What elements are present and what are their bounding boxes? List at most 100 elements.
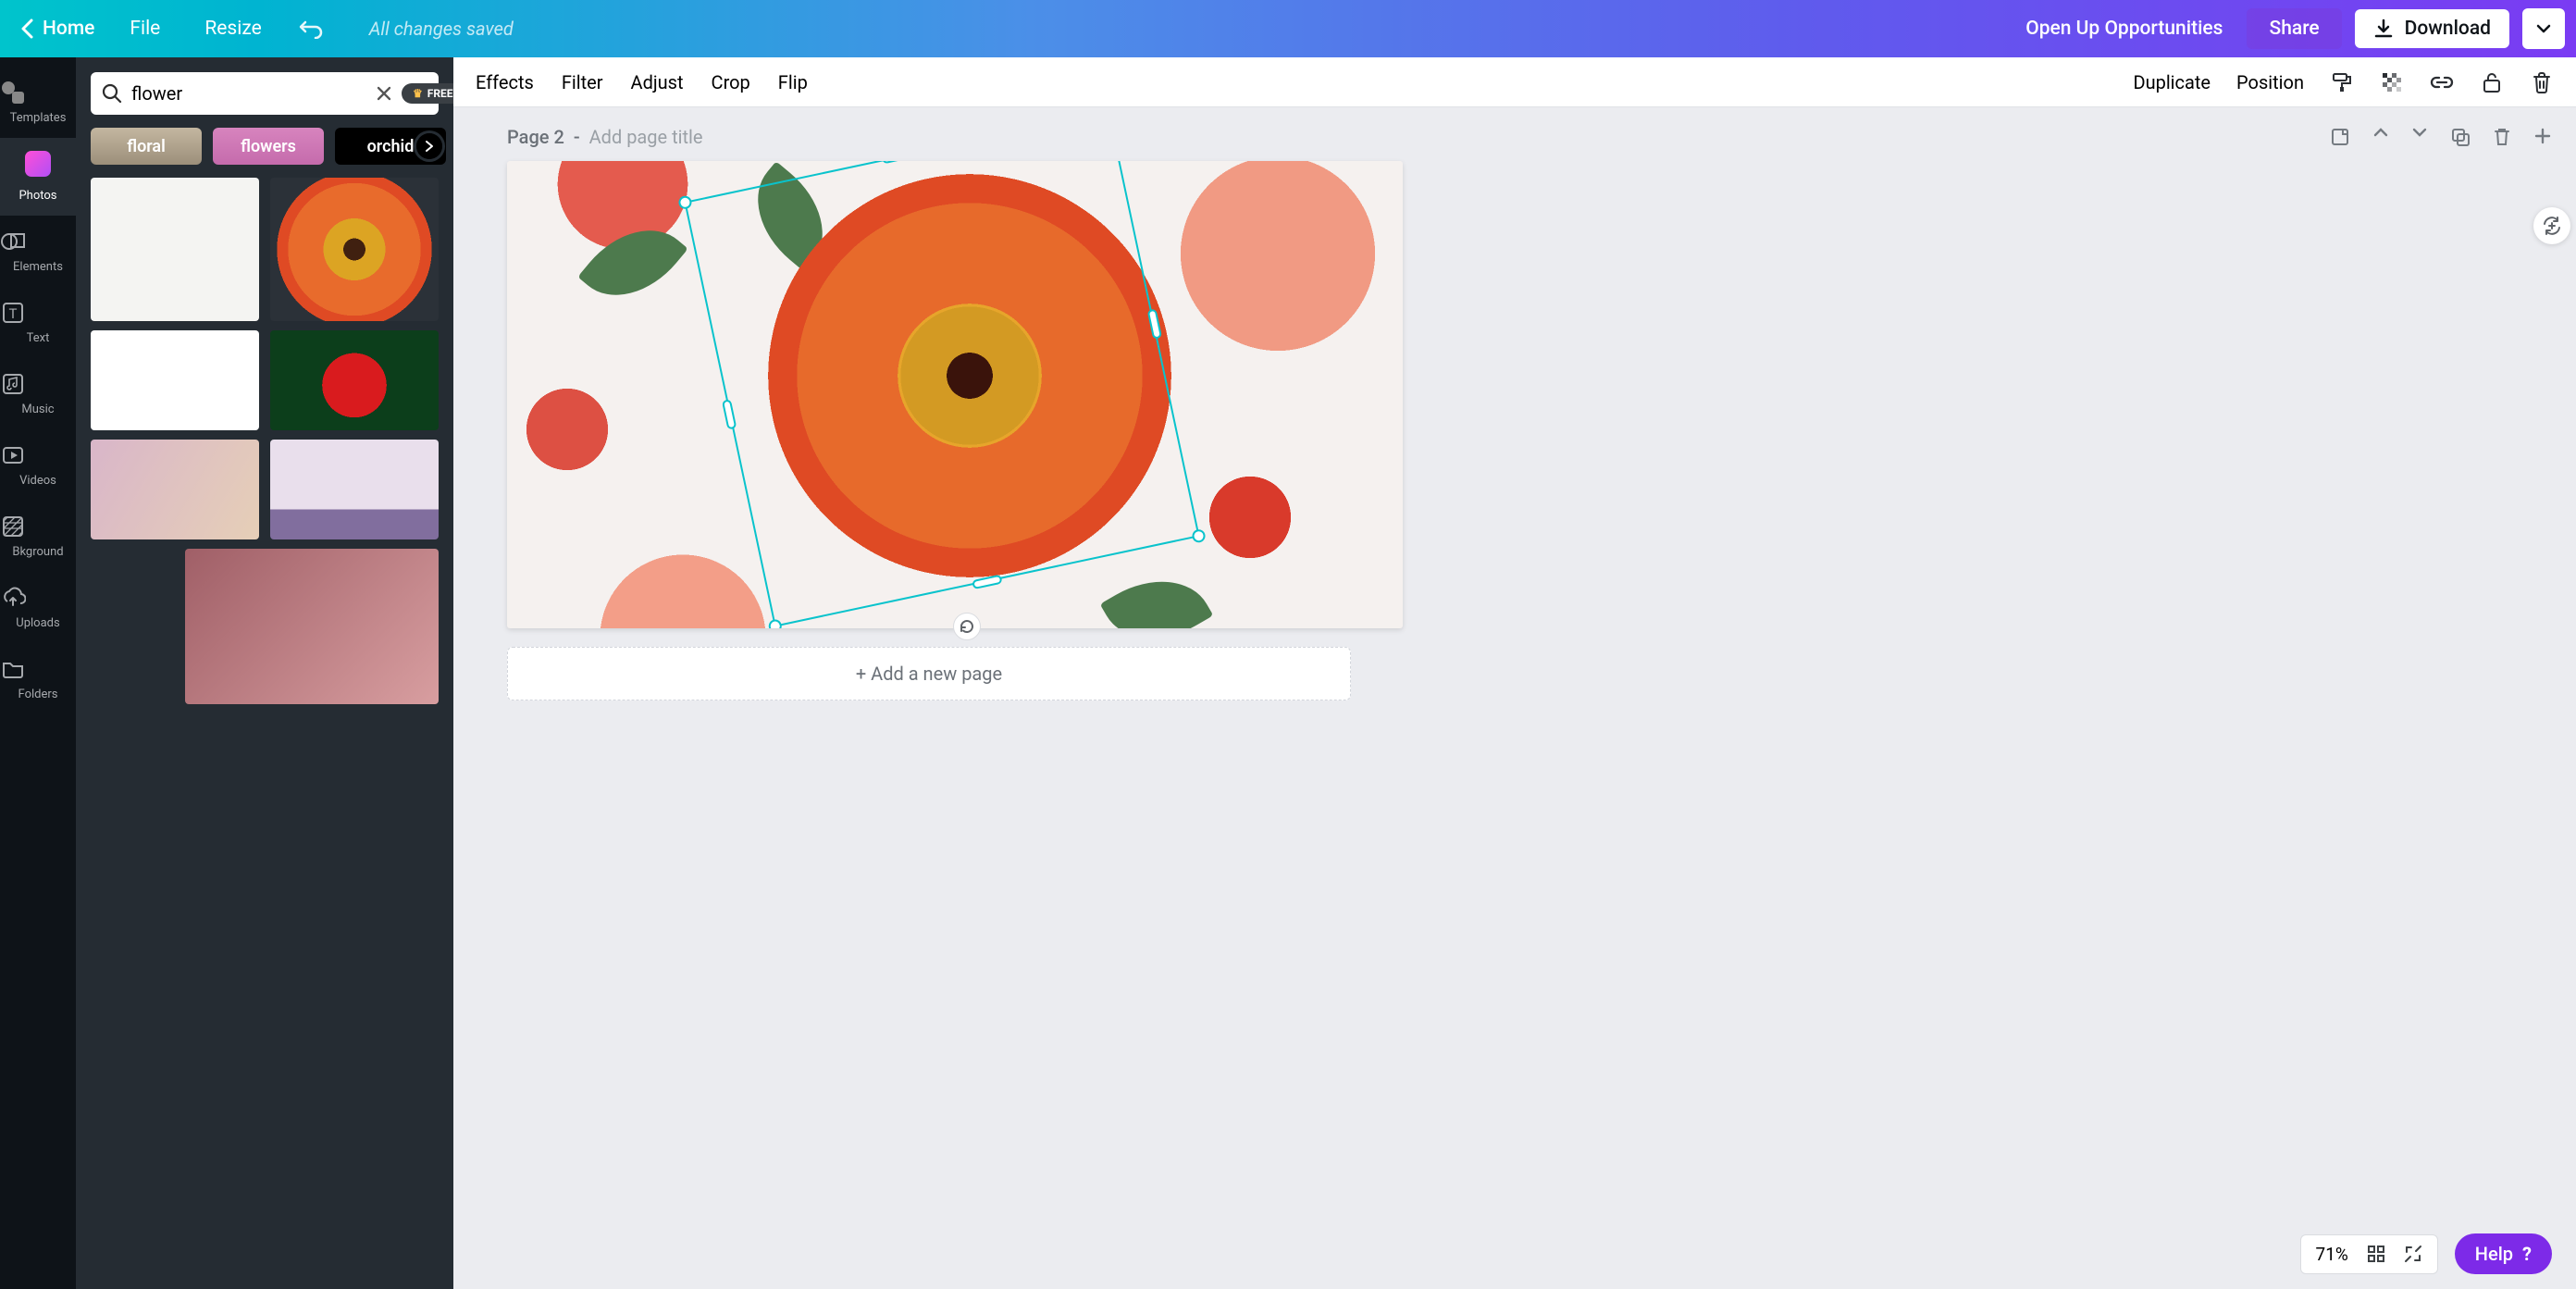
canvas-scroll[interactable]: Page 2 - Add page title: [453, 107, 2576, 1289]
zoom-value[interactable]: 71%: [2316, 1244, 2348, 1265]
photo-results: [91, 178, 439, 1274]
canvas-background-element[interactable]: [1148, 161, 1403, 374]
photo-result[interactable]: [91, 330, 259, 430]
photos-panel: ♛FREE floral flowers orchid: [76, 57, 453, 1289]
delete-button[interactable]: [2530, 70, 2554, 94]
nav-elements-label: Elements: [13, 260, 63, 274]
download-icon: [2373, 19, 2394, 39]
home-button[interactable]: Home: [20, 18, 94, 40]
resize-handle-bottom[interactable]: [972, 575, 1002, 589]
nav-templates[interactable]: Templates: [0, 67, 76, 138]
selection-bounding-box[interactable]: [684, 161, 1199, 627]
chevron-down-icon: [2411, 127, 2428, 138]
photo-result[interactable]: [91, 178, 259, 321]
sync-fab-button[interactable]: [2533, 207, 2570, 244]
delete-page-button[interactable]: [2493, 127, 2511, 147]
search-input[interactable]: [131, 82, 366, 105]
add-new-page-button[interactable]: + Add a new page: [507, 647, 1351, 700]
opportunities-link[interactable]: Open Up Opportunities: [2025, 18, 2223, 40]
notes-button[interactable]: [2330, 127, 2350, 147]
link-button[interactable]: [2430, 70, 2454, 94]
add-page-button[interactable]: [2533, 127, 2552, 147]
copy-style-button[interactable]: [2330, 70, 2354, 94]
svg-text:T: T: [9, 305, 18, 322]
undo-button[interactable]: [297, 19, 323, 39]
free-pill-label: FREE: [427, 87, 453, 100]
chip-flowers[interactable]: flowers: [213, 128, 324, 165]
help-icon: ?: [2522, 1243, 2532, 1265]
clear-search-button[interactable]: [376, 85, 392, 102]
ctx-adjust[interactable]: Adjust: [631, 71, 684, 93]
nav-videos-label: Videos: [19, 474, 56, 488]
chip-floral[interactable]: floral: [91, 128, 202, 165]
nav-uploads[interactable]: Uploads: [0, 572, 76, 643]
nav-rail: Templates Photos Elements T Text Music: [0, 57, 76, 1289]
crown-icon: ♛: [413, 87, 423, 100]
download-label: Download: [2405, 18, 2491, 40]
chevron-down-icon: [2536, 24, 2551, 33]
lock-button[interactable]: [2480, 70, 2504, 94]
page-number-label: Page 2: [507, 126, 564, 148]
nav-folders[interactable]: Folders: [0, 643, 76, 714]
resize-menu[interactable]: Resize: [195, 12, 270, 45]
nav-music[interactable]: Music: [0, 358, 76, 429]
canvas-background-element[interactable]: [1100, 558, 1214, 628]
close-icon: [376, 85, 392, 102]
ctx-effects[interactable]: Effects: [476, 71, 534, 93]
ctx-position[interactable]: Position: [2236, 71, 2304, 93]
nav-background[interactable]: Bkground: [0, 501, 76, 572]
transparency-button[interactable]: [2380, 70, 2404, 94]
sync-plus-icon: [2541, 215, 2563, 237]
canvas-background-element[interactable]: [1190, 457, 1310, 577]
ctx-filter[interactable]: Filter: [562, 71, 603, 93]
link-icon: [2430, 71, 2454, 93]
photo-result[interactable]: [91, 549, 174, 704]
fullscreen-icon: [2404, 1245, 2422, 1263]
nav-photos[interactable]: Photos: [0, 138, 76, 216]
help-label: Help: [2475, 1243, 2513, 1265]
add-new-page-label: + Add a new page: [856, 663, 1002, 685]
resize-handle-left[interactable]: [722, 399, 737, 429]
move-page-down-button[interactable]: [2411, 127, 2428, 147]
context-toolbar: Effects Filter Adjust Crop Flip Duplicat…: [453, 57, 2576, 107]
nav-text[interactable]: T Text: [0, 287, 76, 358]
download-button[interactable]: Download: [2355, 9, 2509, 48]
chevron-right-icon: [425, 140, 434, 153]
photo-result[interactable]: [270, 440, 439, 539]
uploads-icon: [0, 585, 76, 611]
ctx-duplicate[interactable]: Duplicate: [2133, 71, 2211, 93]
save-status: All changes saved: [369, 18, 514, 40]
ctx-crop[interactable]: Crop: [712, 71, 750, 93]
nav-elements[interactable]: Elements: [0, 216, 76, 287]
transparency-icon: [2381, 71, 2403, 93]
move-page-up-button[interactable]: [2372, 127, 2389, 147]
paint-roller-icon: [2331, 71, 2353, 93]
photo-result[interactable]: [270, 178, 439, 321]
duplicate-page-button[interactable]: [2450, 127, 2471, 147]
photo-result[interactable]: [185, 549, 439, 704]
resize-handle-top[interactable]: [881, 161, 911, 164]
chips-next-button[interactable]: [416, 133, 442, 159]
canvas-background-element[interactable]: [507, 369, 627, 490]
photo-result[interactable]: [91, 440, 259, 539]
grid-view-button[interactable]: [2367, 1245, 2385, 1263]
help-button[interactable]: Help ?: [2455, 1233, 2552, 1274]
download-more-button[interactable]: [2522, 8, 2565, 49]
ctx-flip[interactable]: Flip: [778, 71, 808, 93]
chevron-left-icon: [20, 19, 33, 39]
file-menu[interactable]: File: [120, 12, 169, 45]
page-title-input[interactable]: Add page title: [589, 126, 703, 148]
copy-icon: [2450, 127, 2471, 147]
fullscreen-button[interactable]: [2404, 1245, 2422, 1263]
nav-videos[interactable]: Videos: [0, 429, 76, 501]
photo-result[interactable]: [270, 330, 439, 430]
page-canvas[interactable]: [507, 161, 1403, 628]
nav-music-label: Music: [21, 403, 54, 416]
page-separator: -: [574, 126, 580, 148]
rotate-handle[interactable]: [953, 613, 981, 640]
share-button[interactable]: Share: [2247, 8, 2341, 49]
nav-photos-label: Photos: [19, 189, 56, 203]
chevron-up-icon: [2372, 127, 2389, 138]
undo-icon: [297, 19, 323, 39]
page-header: Page 2 - Add page title: [507, 126, 2552, 148]
